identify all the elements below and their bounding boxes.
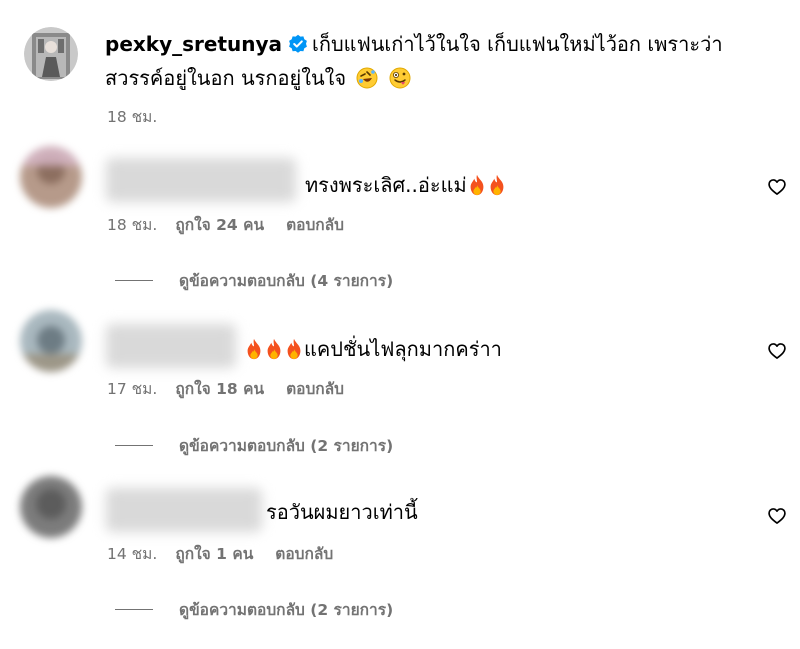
- commenter-avatar[interactable]: [20, 476, 82, 538]
- zany-face-emoji-icon: [389, 67, 411, 89]
- like-heart-icon[interactable]: [767, 341, 787, 361]
- comment-meta: 17 ชม. ถูกใจ 18 คน ตอบกลับ: [107, 376, 344, 401]
- fire-emoji-icon: [247, 338, 261, 360]
- like-heart-icon[interactable]: [767, 506, 787, 526]
- view-replies-button[interactable]: ดูข้อความตอบกลับ (4 รายการ): [115, 268, 393, 293]
- post-username[interactable]: pexky_sretunya: [105, 32, 282, 56]
- reply-button[interactable]: ตอบกลับ: [275, 545, 333, 563]
- replies-divider: [115, 280, 153, 281]
- comment-body: รอวันผมยาวเท่านี้: [266, 500, 418, 524]
- view-replies-button[interactable]: ดูข้อความตอบกลับ (2 รายการ): [115, 597, 393, 622]
- rolling-laughing-emoji-icon: [356, 67, 378, 89]
- post-timestamp: 18 ชม.: [107, 108, 158, 126]
- comment-meta: 18 ชม. ถูกใจ 24 คน ตอบกลับ: [107, 212, 344, 237]
- comment-text: แคปชั่นไฟลุกมากคร่าา: [244, 333, 502, 365]
- verified-badge-icon: [289, 34, 307, 53]
- comment-likes[interactable]: ถูกใจ 24 คน: [175, 216, 264, 234]
- post-author-avatar[interactable]: [24, 27, 78, 81]
- view-replies-label: ดูข้อความตอบกลับ (2 รายการ): [179, 437, 394, 455]
- view-replies-label: ดูข้อความตอบกลับ (4 รายการ): [179, 272, 394, 290]
- commenter-avatar[interactable]: [20, 310, 82, 372]
- like-heart-icon[interactable]: [767, 177, 787, 197]
- reply-button[interactable]: ตอบกลับ: [286, 216, 344, 234]
- comment-time: 18 ชม.: [107, 216, 158, 234]
- comment-time: 17 ชม.: [107, 380, 158, 398]
- avatar-image: [24, 27, 78, 81]
- replies-divider: [115, 445, 153, 446]
- comment-text: รอวันผมยาวเท่านี้: [266, 496, 418, 528]
- fire-emoji-icon: [490, 174, 504, 196]
- comment-meta: 14 ชม. ถูกใจ 1 คน ตอบกลับ: [107, 541, 333, 566]
- fire-emoji-icon: [287, 338, 301, 360]
- commenter-username-redacted[interactable]: [106, 488, 262, 532]
- view-replies-label: ดูข้อความตอบกลับ (2 รายการ): [179, 601, 394, 619]
- commenter-avatar[interactable]: [20, 146, 82, 208]
- caption-line-1: เก็บแฟนเก่าไว้ในใจ เก็บแฟนใหม่ไว้อก เพรา…: [312, 32, 723, 56]
- post-caption-line-2-row: สวรรค์อยู่ในอก นรกอยู่ในใจ: [105, 62, 411, 94]
- caption-line-2: สวรรค์อยู่ในอก นรกอยู่ในใจ: [105, 66, 347, 90]
- comment-time: 14 ชม.: [107, 545, 158, 563]
- commenter-username-redacted[interactable]: [106, 158, 296, 202]
- commenter-username-redacted[interactable]: [106, 324, 236, 368]
- comment-likes[interactable]: ถูกใจ 18 คน: [175, 380, 264, 398]
- comment-body: ทรงพระเลิศ..อ่ะแม่: [305, 173, 467, 197]
- view-replies-button[interactable]: ดูข้อความตอบกลับ (2 รายการ): [115, 433, 393, 458]
- comment-body: แคปชั่นไฟลุกมากคร่าา: [304, 337, 502, 361]
- fire-emoji-icon: [267, 338, 281, 360]
- reply-button[interactable]: ตอบกลับ: [286, 380, 344, 398]
- post-caption: pexky_sretunya เก็บแฟนเก่าไว้ในใจ เก็บแฟ…: [105, 28, 723, 60]
- comment-text: ทรงพระเลิศ..อ่ะแม่: [305, 169, 507, 201]
- fire-emoji-icon: [470, 174, 484, 196]
- comment-likes[interactable]: ถูกใจ 1 คน: [175, 545, 253, 563]
- replies-divider: [115, 609, 153, 610]
